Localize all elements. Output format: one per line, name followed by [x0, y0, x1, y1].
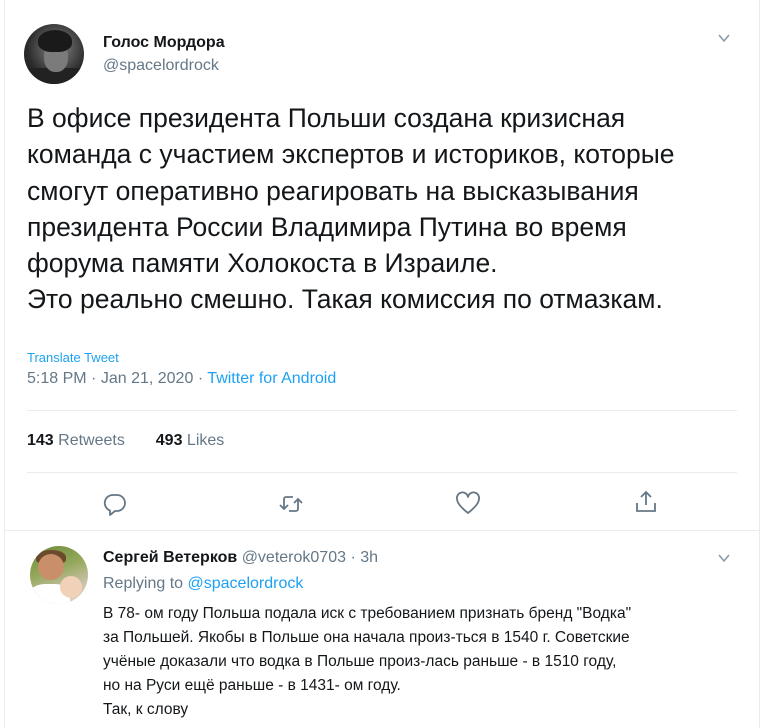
replying-prefix: Replying to: [103, 575, 184, 592]
reply-time[interactable]: 3h: [360, 549, 378, 566]
translate-tweet-link[interactable]: Translate Tweet: [27, 350, 119, 365]
reply-header: Сергей Ветерков @veterok0703 · 3h: [103, 549, 378, 567]
likes-count: 493: [155, 432, 183, 449]
avatar-child-face: [60, 576, 82, 598]
replying-mention-link[interactable]: @spacelordrock: [188, 575, 304, 592]
reply-author-avatar[interactable]: [30, 546, 88, 604]
share-icon[interactable]: [633, 489, 659, 515]
reply-separator: [4, 530, 760, 531]
like-icon[interactable]: [455, 491, 481, 517]
avatar-face: [38, 554, 64, 580]
likes-stat[interactable]: 493 Likes: [156, 432, 225, 449]
reply-text-line: Так, к слову: [103, 701, 189, 718]
reply-text-line: но на Руси ещё раньше - в 1431- ом году.: [103, 677, 401, 694]
tweet-stats: 143 Retweets 493 Likes: [27, 432, 224, 450]
reply-text-line: учёные доказали что водка в Польше произ…: [103, 653, 617, 670]
chevron-down-icon[interactable]: [717, 31, 731, 45]
meta-separator: ·: [91, 370, 101, 387]
tweet-text: В офисе президента Польши создана кризис…: [27, 100, 747, 318]
author-handle[interactable]: @spacelordrock: [103, 57, 219, 75]
tweet-text-line: форума памяти Холокоста в Израиле.: [27, 248, 498, 279]
divider: [27, 410, 737, 411]
meta-separator: ·: [350, 549, 361, 566]
divider: [27, 472, 737, 473]
tweet-source-link[interactable]: Twitter for Android: [207, 370, 336, 387]
author-name[interactable]: Голос Мордора: [103, 34, 225, 52]
reply-author-name[interactable]: Сергей Ветерков: [103, 549, 237, 566]
tweet-text-line: команда с участием экспертов и историков…: [27, 139, 675, 170]
reply-text-line: В 78- ом году Польша подала иск с требов…: [103, 605, 632, 622]
avatar-hair: [38, 30, 72, 52]
tweet-meta: 5:18 PM · Jan 21, 2020 · Twitter for And…: [27, 370, 336, 388]
reply-text-line: за Польшей. Якобы в Польше она начала пр…: [103, 629, 630, 646]
retweets-stat[interactable]: 143 Retweets: [27, 432, 125, 449]
meta-separator: ·: [197, 370, 208, 387]
tweet-text-line: смогут оперативно реагировать на высказы…: [27, 175, 639, 206]
tweet-date[interactable]: Jan 21, 2020: [101, 370, 194, 387]
retweets-count: 143: [27, 432, 54, 449]
tweet-text-line: В офисе президента Польши создана кризис…: [27, 103, 626, 133]
author-avatar[interactable]: [24, 24, 84, 84]
tweet-text-line: президента России Владимира Путина во вр…: [27, 211, 627, 242]
retweet-icon[interactable]: [278, 491, 304, 517]
replying-to: Replying to @spacelordrock: [103, 575, 303, 593]
likes-label: Likes: [186, 432, 225, 449]
retweets-label: Retweets: [58, 432, 125, 449]
tweet-text-line: Это реально смешно. Такая комиссия по от…: [27, 284, 663, 315]
chevron-down-icon[interactable]: [717, 551, 731, 565]
tweet-time[interactable]: 5:18 PM: [27, 370, 87, 387]
reply-text: В 78- ом году Польша подала иск с требов…: [103, 602, 743, 722]
reply-icon[interactable]: [102, 491, 128, 517]
reply-author-handle[interactable]: @veterok0703: [242, 549, 346, 566]
